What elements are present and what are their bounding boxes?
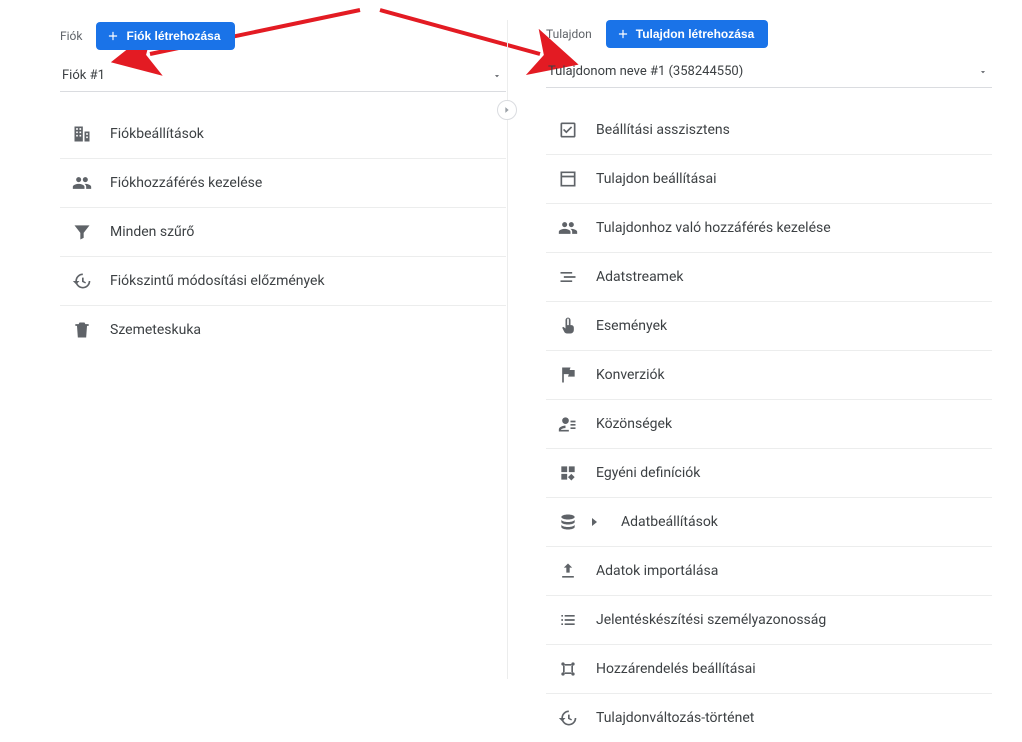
account-selected-text: Fiók #1 [62,68,105,83]
menu-label: Beállítási asszisztens [596,122,730,138]
property-selector[interactable]: Tulajdonom neve #1 (358244550) [546,54,992,88]
account-menu: Fiókbeállítások Fiókhozzáférés kezelése … [60,110,506,354]
menu-item-all-filters[interactable]: Minden szűrő [60,208,506,257]
menu-item-account-access[interactable]: Fiókhozzáférés kezelése [60,159,506,208]
menu-label: Tulajdon beállításai [596,171,717,187]
menu-item-conversions[interactable]: Konverziók [546,351,992,400]
flag-icon [558,365,578,385]
checkbox-icon [558,120,578,140]
filter-icon [72,222,92,242]
menu-item-custom-definitions[interactable]: Egyéni definíciók [546,449,992,498]
menu-label: Egyéni definíciók [596,465,700,481]
property-selected-text: Tulajdonom neve #1 (358244550) [548,64,743,79]
custom-def-icon [558,463,578,483]
attribution-icon [558,659,578,679]
menu-label: Hozzárendelés beállításai [596,661,756,677]
menu-item-events[interactable]: Események [546,302,992,351]
create-property-button[interactable]: Tulajdon létrehozása [606,20,768,48]
menu-item-trash[interactable]: Szemeteskuka [60,306,506,354]
menu-label: Tulajdonváltozás-történet [596,710,754,726]
plus-icon [616,27,630,41]
menu-item-data-streams[interactable]: Adatstreamek [546,253,992,302]
create-account-button[interactable]: Fiók létrehozása [96,22,234,50]
streams-icon [558,267,578,287]
people-icon [72,173,92,193]
building-icon [72,124,92,144]
menu-item-audiences[interactable]: Közönségek [546,400,992,449]
menu-item-attribution[interactable]: Hozzárendelés beállításai [546,645,992,694]
expand-caret-icon [592,518,597,526]
menu-label: Minden szűrő [110,224,194,240]
menu-label: Események [596,318,667,334]
plus-icon [106,29,120,43]
menu-item-data-import[interactable]: Adatok importálása [546,547,992,596]
menu-label: Fiókbeállítások [110,126,204,142]
menu-label: Konverziók [596,367,665,383]
menu-item-property-history[interactable]: Tulajdonváltozás-történet [546,694,992,742]
account-header: Fiók Fiók létrehozása [60,20,506,52]
trash-icon [72,320,92,340]
arrow-right-icon [502,105,512,115]
divider-collapse-button[interactable] [497,100,517,120]
layout-icon [558,169,578,189]
property-header: Tulajdon Tulajdon létrehozása [546,20,992,48]
property-menu: Beállítási asszisztens Tulajdon beállítá… [546,106,992,742]
menu-label: Adatstreamek [596,269,683,285]
property-title: Tulajdon [546,27,592,41]
menu-label: Adatbeállítások [621,514,718,530]
audience-icon [558,414,578,434]
account-selector[interactable]: Fiók #1 [60,58,506,92]
caret-down-icon [978,67,988,77]
menu-label: Adatok importálása [596,563,718,579]
menu-label: Közönségek [596,416,672,432]
menu-item-setup-assistant[interactable]: Beállítási asszisztens [546,106,992,155]
create-account-label: Fiók létrehozása [126,29,220,43]
menu-label: Jelentéskészítési személyazonosság [596,612,826,628]
menu-item-data-settings[interactable]: Adatbeállítások [546,498,992,547]
upload-icon [558,561,578,581]
menu-item-account-history[interactable]: Fiókszintű módosítási előzmények [60,257,506,306]
menu-label: Szemeteskuka [110,322,201,338]
account-column: Fiók Fiók létrehozása Fiók #1 Fiókbeállí… [60,20,506,679]
column-divider [507,20,508,679]
menu-label: Tulajdonhoz való hozzáférés kezelése [596,220,831,236]
history-icon [72,271,92,291]
account-title: Fiók [60,29,82,43]
menu-item-property-access[interactable]: Tulajdonhoz való hozzáférés kezelése [546,204,992,253]
caret-down-icon [492,71,502,81]
identity-icon [558,610,578,630]
touch-icon [558,316,578,336]
menu-item-account-settings[interactable]: Fiókbeállítások [60,110,506,159]
menu-label: Fiókszintű módosítási előzmények [110,273,325,289]
database-icon [558,512,578,532]
property-column: Tulajdon Tulajdon létrehozása Tulajdonom… [546,20,992,679]
history-icon [558,708,578,728]
menu-item-property-settings[interactable]: Tulajdon beállításai [546,155,992,204]
menu-label: Fiókhozzáférés kezelése [110,175,262,191]
people-icon [558,218,578,238]
menu-item-reporting-identity[interactable]: Jelentéskészítési személyazonosság [546,596,992,645]
create-property-label: Tulajdon létrehozása [636,27,754,41]
